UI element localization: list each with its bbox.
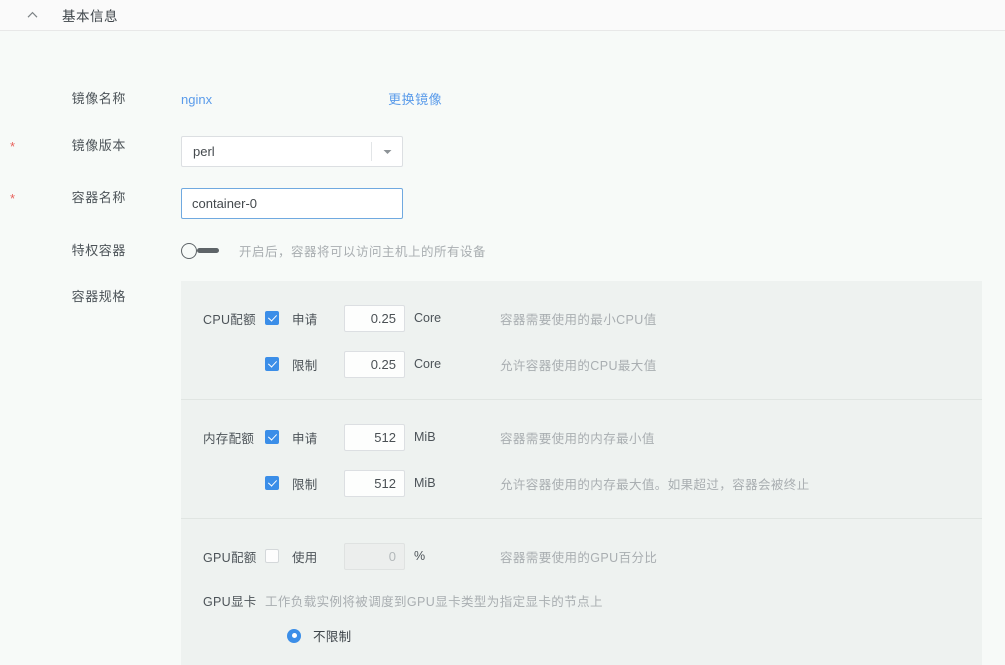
image-version-selected-value: perl [193, 144, 215, 159]
form-row-image-name: 镜像名称 nginx 更换镜像 [0, 89, 1005, 111]
toggle-knob [181, 242, 197, 259]
container-name-input[interactable] [181, 188, 403, 219]
form-row-privileged: 特权容器 开启后，容器将可以访问主机上的所有设备 [0, 241, 1005, 263]
gpu-card-radio-label: 不限制 [313, 630, 352, 644]
gpu-usage-input[interactable] [344, 542, 405, 570]
gpu-usage-hint: 容器需要使用的GPU百分比 [500, 550, 658, 565]
cpu-limit-checkbox[interactable] [265, 357, 279, 371]
container-spec-panel: CPU配额 申请 Core 容器需要使用的最小CPU值 限制 Core 允许容器… [181, 281, 982, 665]
image-name-label: 镜像名称 [71, 91, 126, 106]
memory-request-unit: MiB [414, 430, 436, 444]
cpu-quota-label: CPU配额 [203, 312, 256, 327]
form-row-image-version: * 镜像版本 perl [0, 136, 1005, 167]
image-version-select[interactable]: perl [181, 136, 403, 167]
container-name-label: * 容器名称 [0, 188, 126, 208]
cpu-limit-input[interactable] [344, 350, 405, 378]
change-image-link[interactable]: 更换镜像 [388, 89, 442, 108]
memory-limit-input[interactable] [344, 469, 405, 497]
image-version-label-text: 镜像版本 [71, 138, 126, 153]
basic-info-form: 镜像名称 nginx 更换镜像 * 镜像版本 perl * 容器名称 conta… [0, 31, 1005, 665]
spec-section-cpu: CPU配额 申请 Core 容器需要使用的最小CPU值 限制 Core 允许容器… [181, 281, 982, 399]
required-asterisk: * [10, 191, 16, 206]
cpu-limit-hint: 允许容器使用的CPU最大值 [500, 358, 657, 373]
privileged-hint: 开启后，容器将可以访问主机上的所有设备 [239, 245, 487, 259]
form-row-container-name: * 容器名称 [0, 188, 1005, 219]
memory-request-checkbox[interactable] [265, 430, 279, 444]
container-spec-label: 容器规格 [71, 289, 126, 304]
memory-request-label: 申请 [292, 431, 318, 446]
memory-limit-hint: 允许容器使用的内存最大值。如果超过，容器会被终止 [500, 477, 810, 492]
memory-limit-unit: MiB [414, 476, 436, 490]
gpu-card-radio-unlimited[interactable] [287, 628, 301, 643]
image-version-label: * 镜像版本 [0, 136, 126, 156]
spec-row-gpu-usage: GPU配额 使用 % 容器需要使用的GPU百分比 [181, 541, 982, 571]
spec-row-memory-request: 内存配额 申请 MiB 容器需要使用的内存最小值 [181, 422, 982, 452]
cpu-limit-label: 限制 [292, 358, 318, 373]
cpu-request-hint: 容器需要使用的最小CPU值 [500, 312, 657, 327]
panel-header[interactable]: 基本信息 [0, 0, 1005, 31]
spec-row-cpu-request: CPU配额 申请 Core 容器需要使用的最小CPU值 [181, 303, 982, 333]
gpu-usage-checkbox[interactable] [265, 549, 279, 563]
gpu-quota-label: GPU配额 [203, 550, 257, 565]
required-asterisk: * [10, 139, 16, 154]
gpu-card-radio-group: 不限制 [181, 626, 982, 645]
chevron-down-icon[interactable] [372, 149, 402, 155]
memory-quota-label: 内存配额 [203, 431, 255, 446]
spec-row-gpu-card: GPU显卡 工作负载实例将被调度到GPU显卡类型为指定显卡的节点上 [181, 589, 982, 611]
container-name-label-text: 容器名称 [71, 190, 126, 205]
memory-request-input[interactable] [344, 423, 405, 451]
cpu-request-input[interactable] [344, 304, 405, 332]
spec-section-memory: 内存配额 申请 MiB 容器需要使用的内存最小值 限制 MiB 允许容器使用的内… [181, 399, 982, 518]
memory-limit-label: 限制 [292, 477, 318, 492]
form-row-container-spec: 容器规格 CPU配额 申请 Core 容器需要使用的最小CPU值 [0, 281, 1005, 665]
privileged-toggle[interactable] [181, 242, 221, 260]
gpu-usage-unit: % [414, 549, 426, 563]
memory-request-hint: 容器需要使用的内存最小值 [500, 431, 655, 446]
memory-limit-checkbox[interactable] [265, 476, 279, 490]
cpu-request-checkbox[interactable] [265, 311, 279, 325]
cpu-request-unit: Core [414, 311, 442, 325]
cpu-limit-unit: Core [414, 357, 442, 371]
gpu-card-hint: 工作负载实例将被调度到GPU显卡类型为指定显卡的节点上 [265, 594, 603, 609]
chevron-up-icon[interactable] [24, 7, 40, 23]
privileged-label: 特权容器 [71, 243, 126, 258]
cpu-request-label: 申请 [292, 312, 318, 327]
spec-row-memory-limit: 限制 MiB 允许容器使用的内存最大值。如果超过，容器会被终止 [181, 468, 982, 498]
image-name-value[interactable]: nginx [181, 90, 212, 110]
spec-section-gpu: GPU配额 使用 % 容器需要使用的GPU百分比 GPU显卡 工作负载实例将被调… [181, 518, 982, 665]
page-title: 基本信息 [62, 9, 118, 24]
spec-row-cpu-limit: 限制 Core 允许容器使用的CPU最大值 [181, 349, 982, 379]
toggle-bar [197, 247, 219, 253]
gpu-card-label: GPU显卡 [203, 594, 257, 609]
gpu-usage-label: 使用 [292, 550, 318, 565]
